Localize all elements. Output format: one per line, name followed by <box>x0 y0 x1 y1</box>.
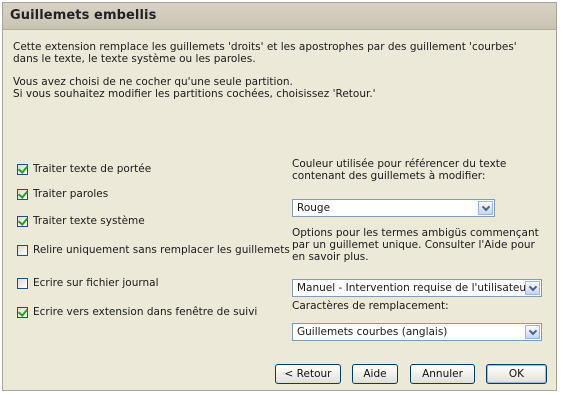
checkbox-label: Relire uniquement sans remplacer les gui… <box>33 244 290 256</box>
color-select[interactable]: Rouge <box>292 199 495 217</box>
checkbox-ecrire-fichier-journal[interactable]: Ecrire sur fichier journal <box>17 275 159 291</box>
checkbox-box[interactable] <box>17 244 28 256</box>
checkbox-box[interactable] <box>17 214 29 227</box>
ok-button[interactable]: OK <box>486 364 547 384</box>
check-mark-icon <box>17 305 29 317</box>
check-mark-icon <box>17 214 29 226</box>
replacement-select[interactable]: Guillemets courbes (anglais) <box>292 323 542 341</box>
color-select-value: Rouge <box>297 202 331 214</box>
checkbox-traiter-paroles[interactable]: Traiter paroles <box>17 186 108 202</box>
intro-line: Si vous souhaitez modifier les partition… <box>13 88 376 100</box>
window-title: Guillemets embellis <box>10 8 157 23</box>
ambiguous-select[interactable]: Manuel - Intervention requise de l'utili… <box>292 279 542 297</box>
checkbox-traiter-texte-systeme[interactable]: Traiter texte système <box>17 213 145 229</box>
dialog: Guillemets embellis Cette extension remp… <box>2 2 557 391</box>
intro-paragraph: Cette extension remplace les guillemets … <box>13 41 517 65</box>
checkbox-box[interactable] <box>17 187 29 200</box>
chevron-down-icon[interactable] <box>478 201 493 215</box>
checkbox-traiter-texte-portee[interactable]: Traiter texte de portée <box>17 161 151 177</box>
intro-paragraph-2: Vous avez choisi de ne cocher qu'une seu… <box>13 76 533 100</box>
checkbox-label: Ecrire sur fichier journal <box>33 277 159 289</box>
checkbox-label: Ecrire vers extension dans fenêtre de su… <box>33 306 258 318</box>
checkbox-box[interactable] <box>17 277 28 289</box>
check-mark-icon <box>17 187 29 199</box>
checkbox-label: Traiter paroles <box>33 188 109 200</box>
intro-text: Cette extension remplace les guillemets … <box>13 41 533 111</box>
replacement-select-value: Guillemets courbes (anglais) <box>297 326 448 338</box>
chevron-down-icon[interactable] <box>525 281 540 295</box>
intro-line: Vous avez choisi de ne cocher qu'une seu… <box>13 76 293 88</box>
check-mark-icon <box>17 162 29 174</box>
replacement-label: Caractères de remplacement: <box>292 300 449 312</box>
checkbox-box[interactable] <box>17 305 29 318</box>
checkbox-ecrire-fenetre-suivi[interactable]: Ecrire vers extension dans fenêtre de su… <box>17 304 257 320</box>
chevron-down-icon[interactable] <box>525 325 540 339</box>
checkbox-label: Traiter texte de portée <box>33 163 152 175</box>
checkbox-label: Traiter texte système <box>33 215 145 227</box>
color-label: Couleur utilisée pour référencer du text… <box>292 158 507 182</box>
help-button[interactable]: Aide <box>352 364 398 384</box>
ambiguous-label: Options pour les termes ambigüs commença… <box>292 227 539 263</box>
cancel-button[interactable]: Annuler <box>410 364 475 384</box>
ambiguous-select-value: Manuel - Intervention requise de l'utili… <box>297 282 531 294</box>
checkbox-relire-uniquement[interactable]: Relire uniquement sans remplacer les gui… <box>17 242 290 258</box>
title-bar: Guillemets embellis <box>3 3 556 30</box>
checkbox-box[interactable] <box>17 162 29 175</box>
back-button[interactable]: < Retour <box>275 364 341 384</box>
